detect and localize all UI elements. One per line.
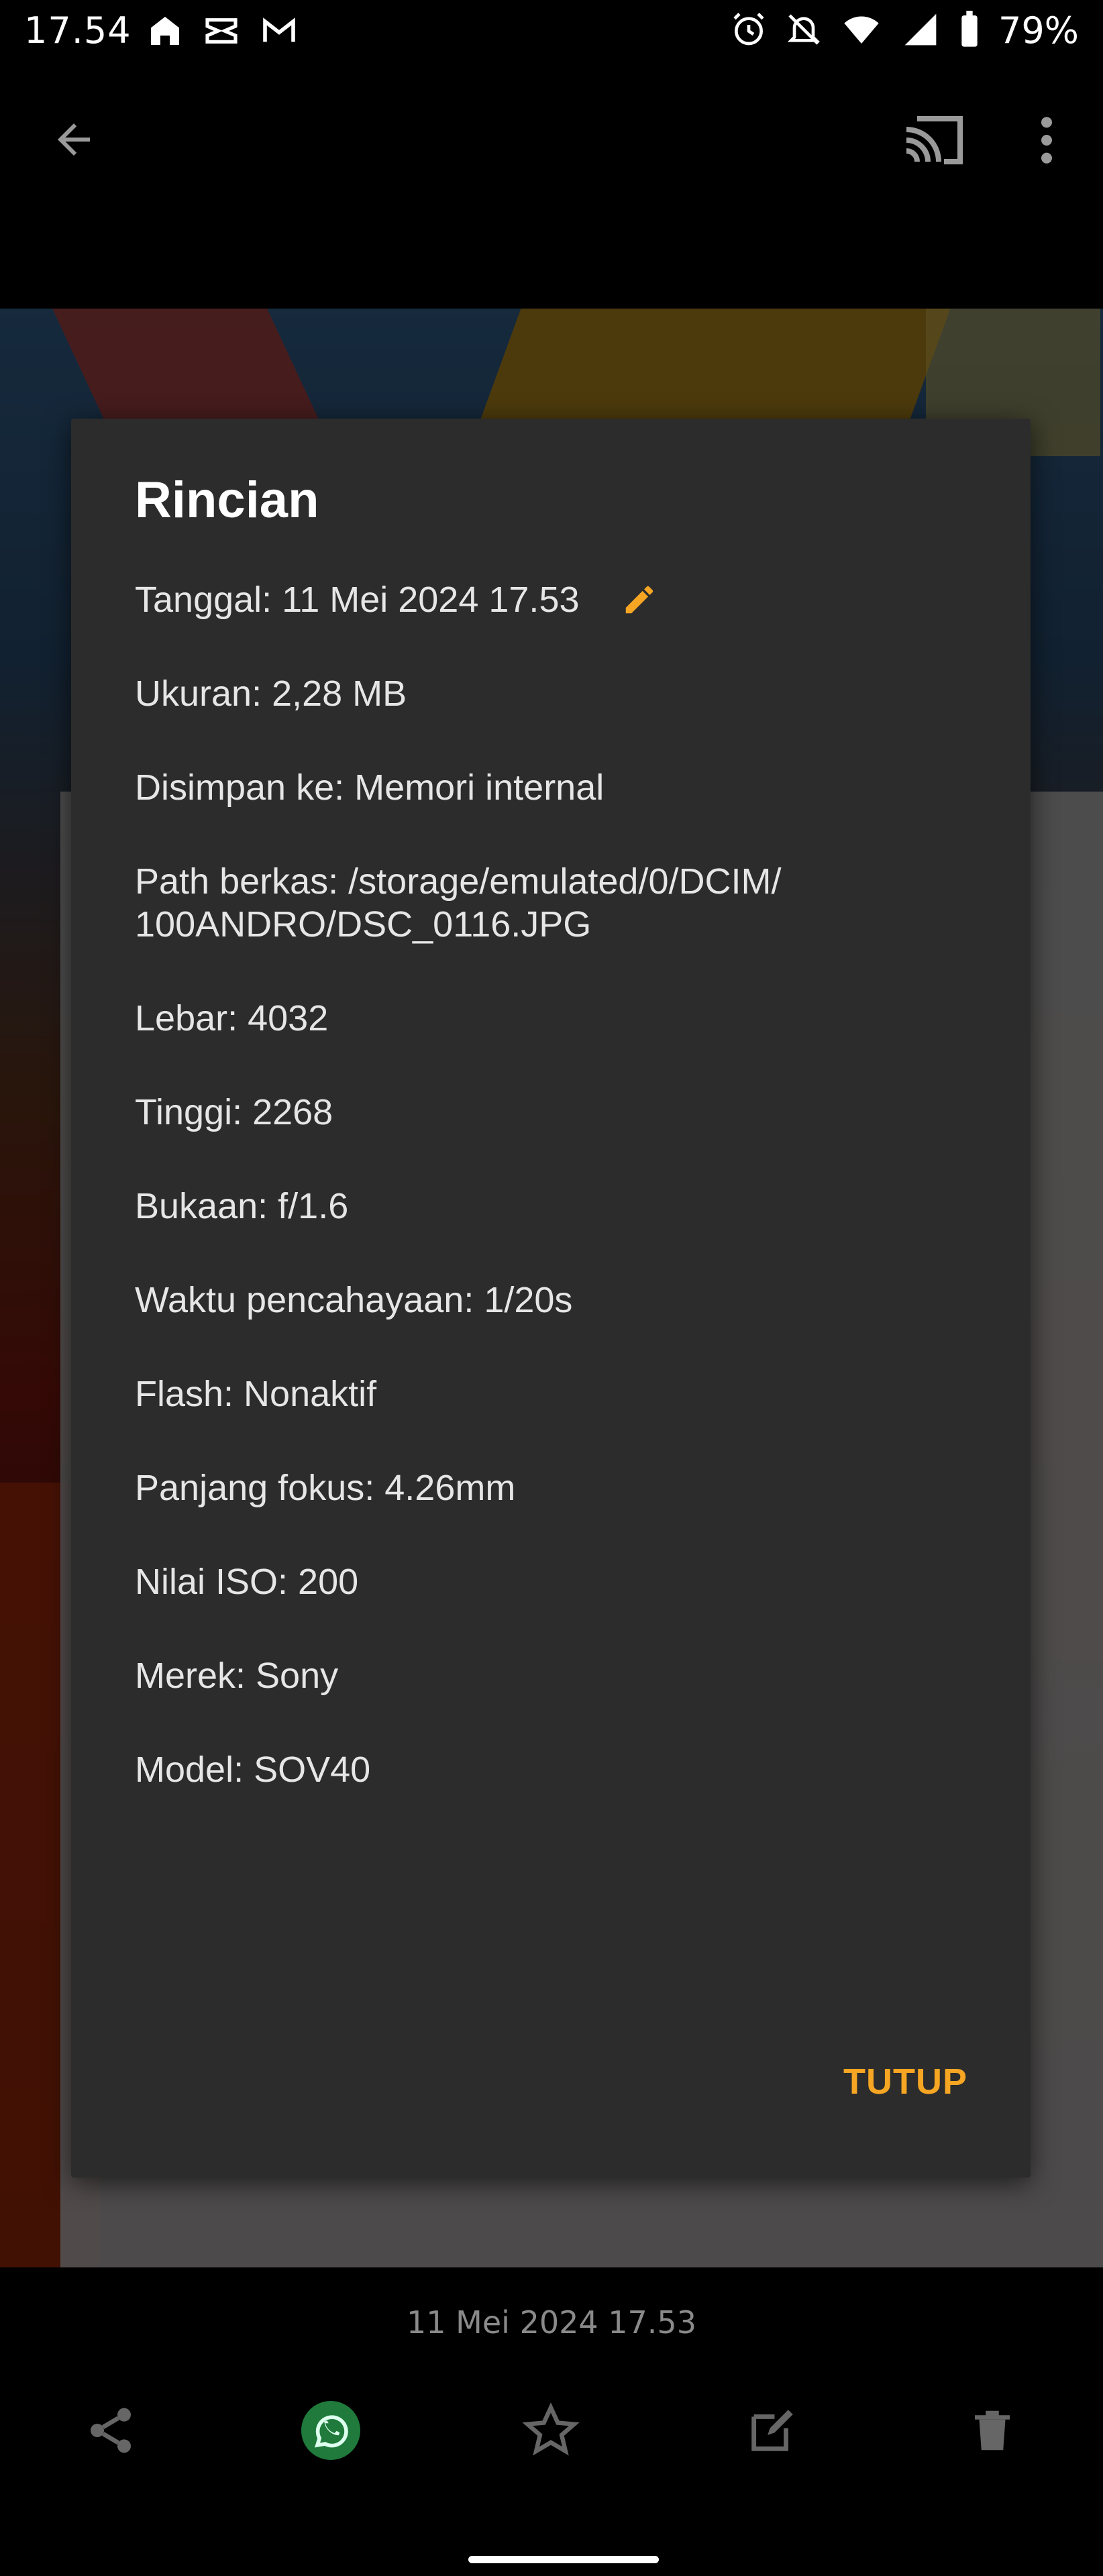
detail-flash: Flash: Nonaktif	[135, 1374, 377, 1414]
cast-icon	[901, 113, 965, 170]
status-left-icons	[146, 12, 299, 52]
bell-off-icon	[785, 11, 823, 51]
battery-icon	[958, 10, 981, 51]
favorite-button[interactable]	[514, 2395, 588, 2469]
detail-date: Tanggal: 11 Mei 2024 17.53	[135, 580, 580, 620]
detail-width: Lebar: 4032	[135, 998, 329, 1038]
delete-button[interactable]	[955, 2395, 1029, 2469]
detail-focal-length: Panjang fokus: 4.26mm	[135, 1468, 516, 1508]
detail-aperture: Bukaan: f/1.6	[135, 1186, 349, 1226]
status-bar: 17.54 79%	[0, 0, 1103, 60]
close-button[interactable]: TUTUP	[843, 2061, 967, 2102]
bottom-bar: 11 Mei 2024 17.53	[0, 2267, 1103, 2576]
detail-model: Model: SOV40	[135, 1750, 371, 1790]
detail-path-line1: Path berkas: /storage/emulated/0/DCIM/	[135, 861, 782, 902]
signal-icon	[900, 11, 941, 51]
detail-height: Tinggi: 2268	[135, 1092, 333, 1132]
alarm-icon	[730, 11, 768, 51]
details-dialog: Rincian Tanggal: 11 Mei 2024 17.53 Ukura…	[71, 419, 1031, 2178]
whatsapp-icon	[299, 2398, 363, 2465]
share-button[interactable]	[74, 2395, 148, 2469]
status-right-icons: 79%	[730, 9, 1079, 52]
photo-actions	[0, 2395, 1103, 2489]
gmail-icon	[259, 12, 299, 52]
home-lock-icon	[146, 12, 184, 52]
more-vert-icon	[1039, 113, 1055, 170]
more-options-button[interactable]	[1020, 105, 1073, 178]
arrow-back-icon	[50, 115, 98, 166]
detail-brand: Merek: Sony	[135, 1656, 339, 1696]
detail-size: Ukuran: 2,28 MB	[135, 674, 407, 714]
status-time: 17.54	[24, 9, 132, 52]
photo-date: 11 Mei 2024 17.53	[407, 2304, 696, 2341]
detail-exposure: Waktu pencahayaan: 1/20s	[135, 1280, 573, 1320]
star-icon	[522, 2402, 580, 2462]
detail-path-line2: 100ANDRO/DSC_0116.JPG	[135, 904, 592, 945]
detail-date-row: Tanggal: 11 Mei 2024 17.53	[135, 578, 658, 621]
dialog-title: Rincian	[135, 472, 319, 529]
gesture-nav-handle[interactable]	[468, 2556, 659, 2563]
app-bar	[0, 60, 1103, 215]
pencil-icon[interactable]	[621, 582, 658, 618]
battery-percentage: 79%	[998, 9, 1079, 52]
edit-photo-button[interactable]	[735, 2395, 809, 2469]
capcut-icon	[201, 12, 242, 52]
edit-icon	[745, 2403, 800, 2461]
detail-storage: Disimpan ke: Memori internal	[135, 767, 605, 808]
share-icon	[84, 2404, 138, 2460]
detail-iso: Nilai ISO: 200	[135, 1562, 359, 1602]
whatsapp-button[interactable]	[294, 2395, 368, 2469]
wifi-icon	[840, 11, 883, 51]
delete-icon	[966, 2403, 1018, 2461]
cast-button[interactable]	[896, 105, 970, 178]
back-button[interactable]	[40, 107, 107, 174]
